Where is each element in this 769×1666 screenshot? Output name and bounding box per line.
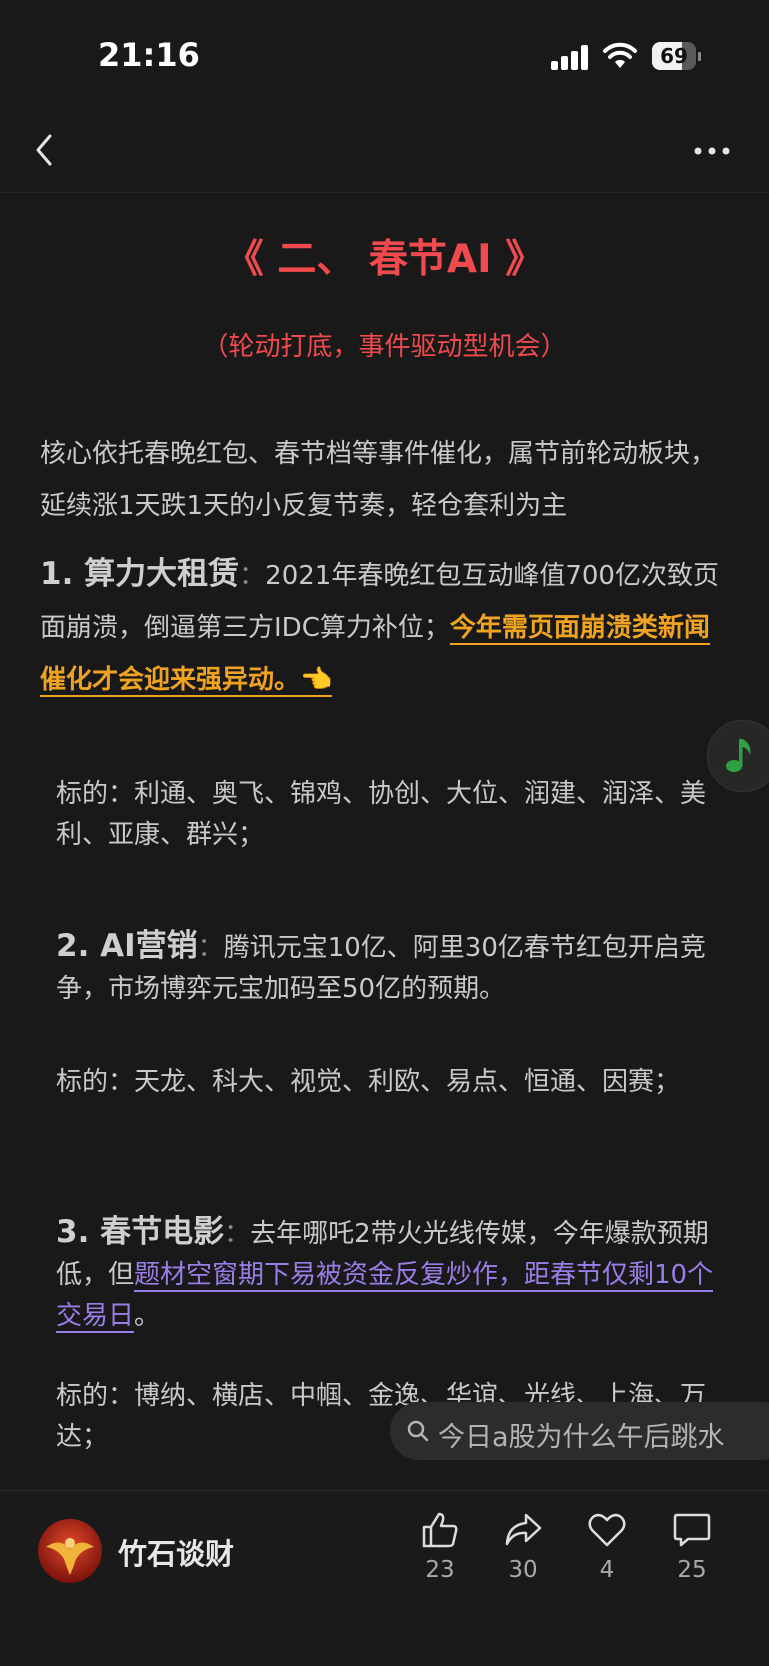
author-name[interactable]: 竹石谈财 — [118, 1531, 234, 1573]
search-suggestion-text: 今日a股为什么午后跳水 — [438, 1422, 725, 1453]
share-icon — [505, 1513, 542, 1546]
music-note-icon — [726, 739, 751, 772]
section-2-paragraph: 2. AI营销：腾讯元宝10亿、阿里30亿春节红包开启竞争，市场博弈元宝加码至5… — [56, 928, 706, 1004]
comment-button[interactable]: 25 — [662, 1511, 722, 1583]
search-icon — [407, 1420, 429, 1442]
article-title: 《 二、 春节AI 》 — [224, 237, 545, 282]
favorite-count: 4 — [599, 1557, 615, 1583]
search-suggestion-pill[interactable]: 今日a股为什么午后跳水 — [390, 1402, 769, 1460]
more-icon[interactable] — [692, 136, 732, 166]
share-button[interactable]: 30 — [493, 1511, 553, 1583]
targets-1: 标的：利通、奥飞、锦鸡、协创、大位、润建、润泽、美利、亚康、群兴； — [56, 779, 707, 850]
battery-indicator: 69 — [652, 42, 701, 70]
section-3-paragraph: 3. 春节电影：去年哪吒2带火光线传媒，今年爆款预期低，但题材空窗期下易被资金反… — [56, 1214, 714, 1333]
back-icon[interactable] — [26, 130, 66, 170]
section-1-paragraph: 1. 算力大租赁：2021年春晚红包互动峰值700亿次致页面崩溃，倒逼第三方ID… — [40, 556, 719, 697]
share-count: 30 — [508, 1557, 538, 1583]
battery-level-text: 69 — [660, 44, 688, 68]
top-nav-bar — [0, 110, 769, 193]
section-1-heading: 1. 算力大租赁 — [40, 556, 240, 592]
comment-icon — [673, 1513, 711, 1547]
article-subtitle: （轮动打底，事件驱动型机会） — [202, 332, 567, 362]
avatar[interactable] — [38, 1519, 102, 1583]
section-2-heading: 2. AI营销 — [56, 928, 198, 964]
bottom-action-bar: 竹石谈财 23 30 4 25 — [0, 1490, 769, 1666]
heart-icon — [588, 1513, 626, 1547]
music-float-button[interactable] — [707, 720, 769, 792]
thumbs-up-icon — [422, 1512, 458, 1548]
targets-2: 标的：天龙、科大、视觉、利欧、易点、恒通、因赛； — [56, 1067, 681, 1097]
comment-count: 25 — [677, 1557, 707, 1583]
like-count: 23 — [425, 1557, 455, 1583]
wifi-icon — [603, 42, 637, 68]
section-3-heading: 3. 春节电影 — [56, 1214, 225, 1250]
article-content: 《 二、 春节AI 》 （轮动打底，事件驱动型机会） 核心依托春晚红包、春节档等… — [0, 192, 769, 1490]
status-time: 21:16 — [98, 36, 200, 74]
like-button[interactable]: 23 — [410, 1511, 470, 1583]
status-bar: 21:16 69 — [0, 0, 769, 110]
favorite-button[interactable]: 4 — [577, 1511, 637, 1583]
signal-icon — [551, 44, 591, 70]
intro-paragraph: 核心依托春晚红包、春节档等事件催化，属节前轮动板块，延续涨1天跌1天的小反复节奏… — [40, 439, 717, 521]
